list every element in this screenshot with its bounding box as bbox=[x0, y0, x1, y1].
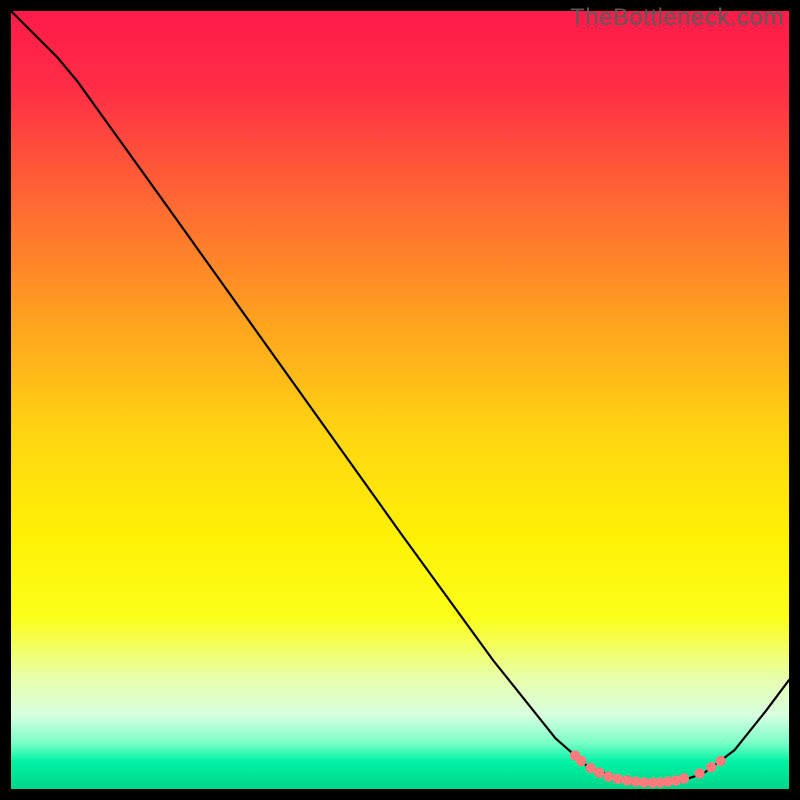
curve-markers bbox=[570, 750, 726, 787]
watermark-text: TheBottleneck.com bbox=[570, 4, 784, 32]
marker-dot bbox=[603, 771, 613, 781]
marker-dot bbox=[694, 768, 704, 778]
marker-dot bbox=[613, 774, 623, 784]
plot-area bbox=[11, 11, 789, 789]
bottleneck-curve bbox=[11, 11, 789, 783]
marker-dot bbox=[576, 756, 586, 766]
curve-layer bbox=[11, 11, 789, 789]
marker-dot bbox=[594, 767, 604, 777]
marker-dot bbox=[715, 756, 725, 766]
marker-dot bbox=[706, 762, 716, 772]
marker-dot bbox=[679, 773, 689, 783]
